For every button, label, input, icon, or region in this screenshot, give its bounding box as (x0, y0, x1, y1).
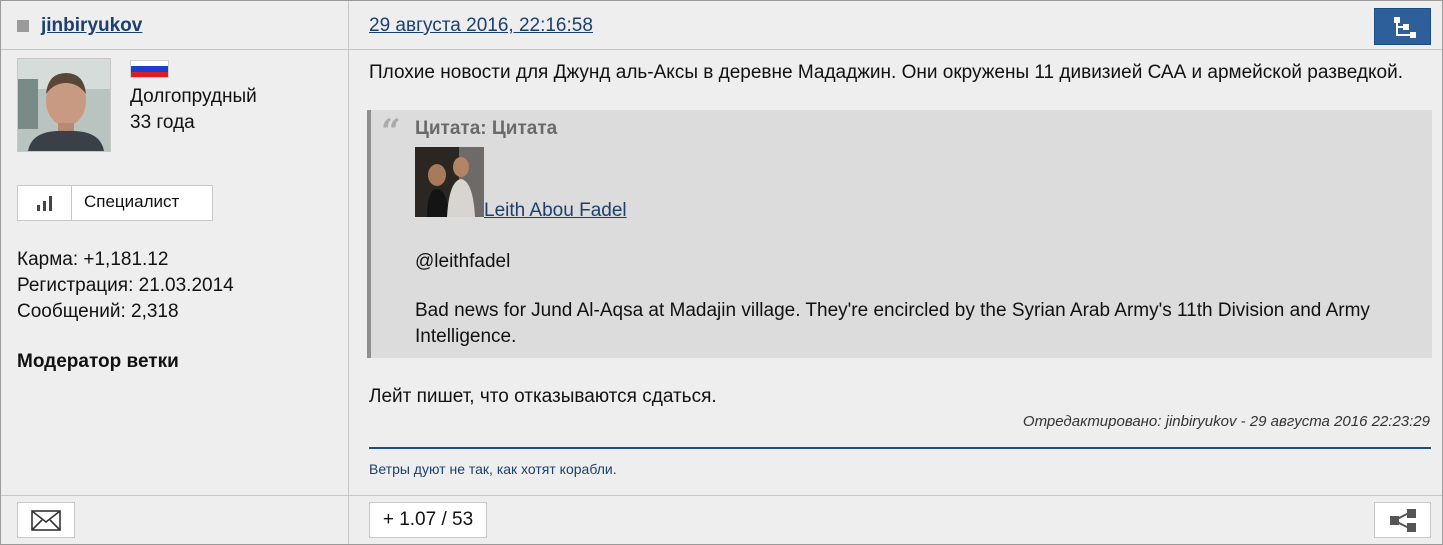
user-message-count: Сообщений: 2,318 (17, 301, 179, 322)
share-button[interactable] (1374, 502, 1431, 538)
username-link[interactable]: jinbiryukov (41, 15, 142, 37)
tweet-text: Bad news for Jund Al-Aqsa at Madajin vil… (415, 300, 1370, 347)
tweet-author-photo[interactable] (415, 147, 484, 217)
post-date-link[interactable]: 29 августа 2016, 22:16:58 (369, 15, 593, 37)
flag-stripe-red (131, 71, 168, 77)
user-age: 33 года (130, 112, 195, 133)
footer-divider (1, 495, 1442, 496)
user-rank: Специалист (71, 185, 213, 221)
user-avatar[interactable] (17, 58, 111, 152)
header-divider (1, 49, 1442, 50)
quote-title: Цитата: Цитата (415, 118, 558, 139)
share-icon (1375, 503, 1430, 537)
private-message-button[interactable] (17, 502, 75, 538)
user-role: Модератор ветки (17, 351, 179, 372)
tweet-handle: @leithfadel (415, 251, 511, 272)
post-text-after-quote: Лейт пишет, что отказываются сдаться. (369, 386, 717, 407)
signature-divider (369, 447, 1431, 449)
reply-tree-icon (1375, 9, 1430, 44)
quote-block: “ Цитата: Цитата Leith Abou Fadel @leith… (367, 110, 1432, 358)
tweet-author-link[interactable]: Leith Abou Fadel (484, 200, 627, 222)
post-text: Плохие новости для Джунд аль-Аксы в дере… (369, 62, 1404, 83)
envelope-icon (18, 503, 74, 537)
user-city: Долгопрудный (130, 86, 257, 107)
user-karma: Карма: +1,181.12 (17, 249, 169, 270)
quote-mark: “ (381, 112, 401, 152)
rank-icon-box (17, 185, 72, 221)
edited-note: Отредактировано: jinbiryukov - 29 август… (1022, 413, 1430, 430)
reply-tree-button[interactable] (1374, 8, 1431, 45)
signal-bars-icon (18, 186, 71, 220)
country-flag (130, 60, 169, 78)
user-signature: Ветры дуют не так, как хотят корабли. (369, 461, 617, 477)
user-registration: Регистрация: 21.03.2014 (17, 275, 234, 296)
column-divider (348, 1, 349, 544)
rating-button[interactable]: + 1.07 / 53 (369, 502, 487, 538)
forum-post: jinbiryukov 29 августа 2016, 22:16:58 До… (0, 0, 1443, 545)
user-status-indicator (17, 20, 29, 32)
